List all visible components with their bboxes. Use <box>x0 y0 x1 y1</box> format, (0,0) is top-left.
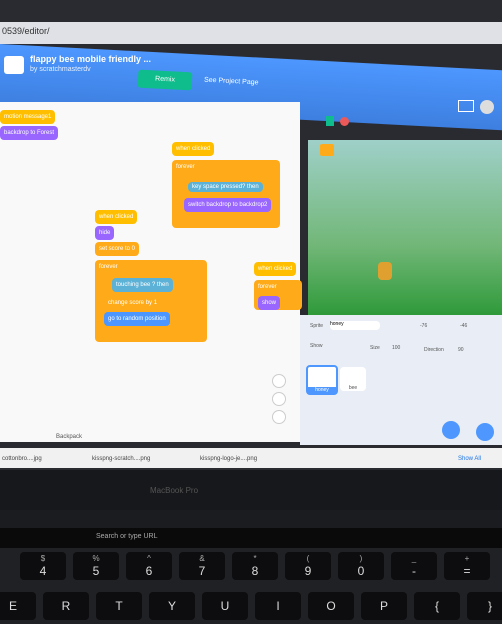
remix-button[interactable]: Remix <box>137 69 193 91</box>
add-backdrop-icon[interactable] <box>476 423 494 441</box>
block-switch-backdrop-forest[interactable]: backdrop to Forest <box>0 126 59 140</box>
sprite-thumb-honey[interactable]: honey <box>306 365 338 395</box>
code-workspace[interactable]: motion message1 backdrop to Forest when … <box>0 102 302 442</box>
key-7[interactable]: & 7 <box>179 552 225 580</box>
zoom-in-icon[interactable] <box>272 374 286 388</box>
block-hide[interactable]: hide <box>95 226 115 240</box>
touch-bar: Search or type URL <box>0 528 502 548</box>
size-label: Size <box>370 345 380 351</box>
x-value[interactable]: -76 <box>420 323 427 329</box>
sprite-info-pane: Sprite honey -76 -46 Show Size 100 Direc… <box>300 315 502 445</box>
show-all-link[interactable]: Show All <box>458 456 481 462</box>
block-touching[interactable]: touching bee ? then <box>112 278 173 292</box>
block-switch-backdrop[interactable]: switch backdrop to backdrop2 <box>184 198 272 212</box>
backpack-label[interactable]: Backpack <box>56 434 82 440</box>
avatar[interactable] <box>480 100 494 114</box>
direction-label: Direction <box>424 347 444 353</box>
key-I[interactable]: I <box>255 592 301 620</box>
block-go-to[interactable]: go to random position <box>104 312 170 326</box>
stop-icon[interactable] <box>340 117 349 126</box>
block-change-score[interactable]: change score by 1 <box>104 296 162 310</box>
block-show[interactable]: show <box>258 296 281 310</box>
download-item[interactable]: kisspng-scratch....png <box>92 456 150 462</box>
sprite-thumb-bee-label: bee <box>348 385 358 391</box>
key-R[interactable]: R <box>43 592 89 620</box>
key-T[interactable]: T <box>96 592 142 620</box>
zoom-out-icon[interactable] <box>272 392 286 406</box>
score-monitor <box>320 144 334 156</box>
y-value[interactable]: -46 <box>460 323 467 329</box>
key-E[interactable]: E <box>0 592 36 620</box>
sprite-thumb-honey-label: honey <box>308 387 336 393</box>
key-P[interactable]: P <box>361 592 407 620</box>
if-key-label: key space pressed? then <box>188 182 263 192</box>
project-title[interactable]: flappy bee mobile friendly ... <box>30 54 151 64</box>
show-label: Show <box>310 343 323 349</box>
key-=[interactable]: + = <box>444 552 490 580</box>
stage[interactable] <box>308 140 502 315</box>
key-O[interactable]: O <box>308 592 354 620</box>
key-5[interactable]: % 5 <box>73 552 119 580</box>
folder-icon[interactable] <box>458 100 474 112</box>
block-when-flag-clicked-2[interactable]: when clicked <box>95 210 138 224</box>
direction-value[interactable]: 90 <box>458 347 464 353</box>
sprite-label: Sprite <box>310 323 324 329</box>
key-4[interactable]: $4 <box>20 552 66 580</box>
project-thumbnail <box>4 56 24 74</box>
sprite-name-field[interactable]: honey <box>330 321 380 330</box>
project-author: by scratchmasterdv <box>30 66 91 73</box>
sprite-thumb-bee[interactable]: bee <box>340 367 366 391</box>
key-6[interactable]: ^ 6 <box>126 552 172 580</box>
forever-label: forever <box>176 164 195 170</box>
key-0[interactable]: ) 0 <box>338 552 384 580</box>
key--[interactable]: _ - <box>391 552 437 580</box>
key-}[interactable]: } <box>467 592 502 620</box>
laptop-brand: MacBook Pro <box>150 486 199 495</box>
honey-sprite[interactable] <box>378 262 392 280</box>
green-flag-icon[interactable] <box>326 116 334 126</box>
touchbar-search[interactable]: Search or type URL <box>96 533 157 540</box>
laptop-screen: 0539/editor/ flappy bee mobile friendly … <box>0 0 502 470</box>
keyboard: $4% 5 ^ 6 & 7 * 8(9) 0 _ - + = E R T Y U I O P{} <box>0 548 502 624</box>
browser-url-bar[interactable]: 0539/editor/ <box>0 22 502 44</box>
block-set-score[interactable]: set score to 0 <box>95 242 140 256</box>
download-item[interactable]: cottonbro....jpg <box>2 456 42 462</box>
block-when-flag-clicked[interactable]: when clicked <box>172 142 215 156</box>
key-8[interactable]: * 8 <box>232 552 278 580</box>
block-when-flag-clicked-3[interactable]: when clicked <box>254 262 297 276</box>
forever-3-label: forever <box>258 284 277 290</box>
key-U[interactable]: U <box>202 592 248 620</box>
key-9[interactable]: (9 <box>285 552 331 580</box>
remix-label: Remix <box>154 75 176 84</box>
block-if-key-pressed[interactable]: key space pressed? then <box>184 180 267 194</box>
laptop-bezel <box>0 470 502 510</box>
size-value[interactable]: 100 <box>392 345 400 351</box>
key-{[interactable]: { <box>414 592 460 620</box>
block-forever[interactable]: forever <box>172 160 280 228</box>
key-Y[interactable]: Y <box>149 592 195 620</box>
zoom-reset-icon[interactable] <box>272 410 286 424</box>
add-sprite-icon[interactable] <box>442 421 460 439</box>
download-item[interactable]: kisspng-logo-je....png <box>200 456 257 462</box>
block-broadcast[interactable]: motion message1 <box>0 110 56 124</box>
url-text: 0539/editor/ <box>2 26 50 36</box>
forever-2-label: forever <box>99 264 118 270</box>
